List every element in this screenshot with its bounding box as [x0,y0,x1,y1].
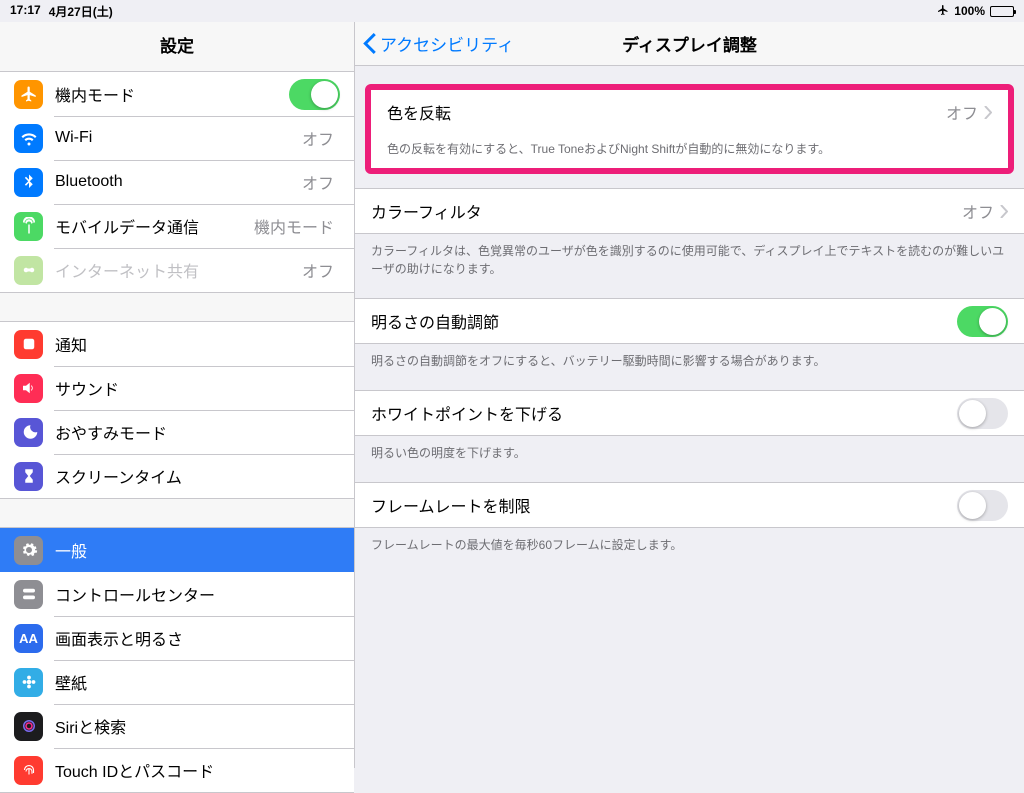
back-label: アクセシビリティ [380,31,514,56]
airplane-switch[interactable] [289,79,340,110]
battery-icon [990,6,1014,17]
sidebar-item-detail: オフ [302,170,334,194]
color-filter-footer: カラーフィルタは、色覚異常のユーザが色を識別するのに使用可能で、ディスプレイ上で… [355,234,1024,298]
cell-value: オフ [962,199,994,223]
status-bar: 17:17 4月27日(土) 100% [0,0,1024,22]
chevron-right-icon [984,106,992,119]
sidebar-item-detail: オフ [302,258,334,282]
switches-icon [14,580,43,609]
sidebar-group-general: 一般 コントロールセンター AA 画面表示と明るさ 壁紙 Siriと検索 Tou… [0,527,354,793]
cell-frame-rate[interactable]: フレームレートを制限 [355,483,1024,527]
cell-label: カラーフィルタ [371,199,962,223]
airplane-icon [937,4,949,19]
sidebar-item-detail: 機内モード [254,214,334,238]
sidebar-item-siri[interactable]: Siriと検索 [0,704,354,748]
notifications-icon [14,330,43,359]
sidebar-item-display[interactable]: AA 画面表示と明るさ [0,616,354,660]
cell-auto-brightness[interactable]: 明るさの自動調節 [355,299,1024,343]
sidebar-item-cellular[interactable]: モバイルデータ通信 機内モード [0,204,354,248]
highlight-invert-colors: 色を反転 オフ 色の反転を有効にすると、True ToneおよびNight Sh… [365,84,1014,174]
text-size-icon: AA [14,624,43,653]
frame-rate-switch[interactable] [957,490,1008,521]
sidebar-item-label: モバイルデータ通信 [55,214,254,238]
fingerprint-icon [14,756,43,785]
invert-footer: 色の反転を有効にすると、True ToneおよびNight Shiftが自動的に… [371,134,1008,168]
cell-label: 色を反転 [387,100,946,124]
sidebar-item-label: Siriと検索 [55,714,340,738]
nav-bar: アクセシビリティ ディスプレイ調整 [355,22,1024,66]
cell-color-filter[interactable]: カラーフィルタ オフ [355,189,1024,233]
sidebar-item-label: インターネット共有 [55,258,302,282]
airplane-mode-icon [14,80,43,109]
sidebar-item-label: サウンド [55,376,340,400]
sidebar-item-label: おやすみモード [55,420,340,444]
hotspot-icon [14,256,43,285]
hourglass-icon [14,462,43,491]
gear-icon [14,536,43,565]
sidebar-item-label: Touch IDとパスコード [55,758,340,782]
sounds-icon [14,374,43,403]
sidebar-item-screentime[interactable]: スクリーンタイム [0,454,354,498]
white-point-footer: 明るい色の明度を下げます。 [355,436,1024,482]
sidebar-item-label: 通知 [55,332,340,356]
settings-sidebar: 設定 機内モード Wi-Fi オフ Bluetooth オフ モバイルデータ通信… [0,22,355,768]
cell-label: ホワイトポイントを下げる [371,401,957,425]
cellular-icon [14,212,43,241]
flower-icon [14,668,43,697]
sidebar-item-hotspot[interactable]: インターネット共有 オフ [0,248,354,292]
content-scroll[interactable]: 色を反転 オフ 色の反転を有効にすると、True ToneおよびNight Sh… [355,66,1024,768]
moon-icon [14,418,43,447]
sidebar-item-label: スクリーンタイム [55,464,340,488]
sidebar-item-label: 機内モード [55,82,289,106]
sidebar-item-dnd[interactable]: おやすみモード [0,410,354,454]
wifi-icon [14,124,43,153]
sidebar-item-label: 壁紙 [55,670,340,694]
sidebar-item-wifi[interactable]: Wi-Fi オフ [0,116,354,160]
cell-invert-colors[interactable]: 色を反転 オフ [371,90,1008,134]
sidebar-item-airplane[interactable]: 機内モード [0,72,354,116]
chevron-right-icon [1000,205,1008,218]
white-point-switch[interactable] [957,398,1008,429]
sidebar-item-control-center[interactable]: コントロールセンター [0,572,354,616]
sidebar-item-detail: オフ [302,126,334,150]
sidebar-item-sounds[interactable]: サウンド [0,366,354,410]
bluetooth-icon [14,168,43,197]
frame-rate-footer: フレームレートの最大値を毎秒60フレームに設定します。 [355,528,1024,574]
cell-white-point[interactable]: ホワイトポイントを下げる [355,391,1024,435]
status-time: 17:17 [10,3,41,20]
sidebar-item-touchid[interactable]: Touch IDとパスコード [0,748,354,792]
sidebar-item-bluetooth[interactable]: Bluetooth オフ [0,160,354,204]
status-date: 4月27日(土) [49,3,113,20]
cell-label: 明るさの自動調節 [371,309,957,333]
sidebar-title: 設定 [0,22,354,71]
sidebar-item-label: Wi-Fi [55,129,302,147]
back-button[interactable]: アクセシビリティ [355,31,514,56]
siri-icon [14,712,43,741]
sidebar-item-wallpaper[interactable]: 壁紙 [0,660,354,704]
sidebar-group-alerts: 通知 サウンド おやすみモード スクリーンタイム [0,321,354,499]
battery-percent: 100% [954,4,985,18]
sidebar-item-label: 画面表示と明るさ [55,626,340,650]
sidebar-item-notifications[interactable]: 通知 [0,322,354,366]
sidebar-item-label: 一般 [55,538,340,562]
auto-brightness-footer: 明るさの自動調節をオフにすると、バッテリー駆動時間に影響する場合があります。 [355,344,1024,390]
cell-value: オフ [946,100,978,124]
sidebar-item-label: コントロールセンター [55,582,340,606]
cell-label: フレームレートを制限 [371,493,957,517]
detail-pane: アクセシビリティ ディスプレイ調整 色を反転 オフ 色の反転を有効にすると、Tr… [355,22,1024,768]
sidebar-item-label: Bluetooth [55,173,302,191]
auto-brightness-switch[interactable] [957,306,1008,337]
sidebar-item-general[interactable]: 一般 [0,528,354,572]
sidebar-group-network: 機内モード Wi-Fi オフ Bluetooth オフ モバイルデータ通信 機内… [0,71,354,293]
